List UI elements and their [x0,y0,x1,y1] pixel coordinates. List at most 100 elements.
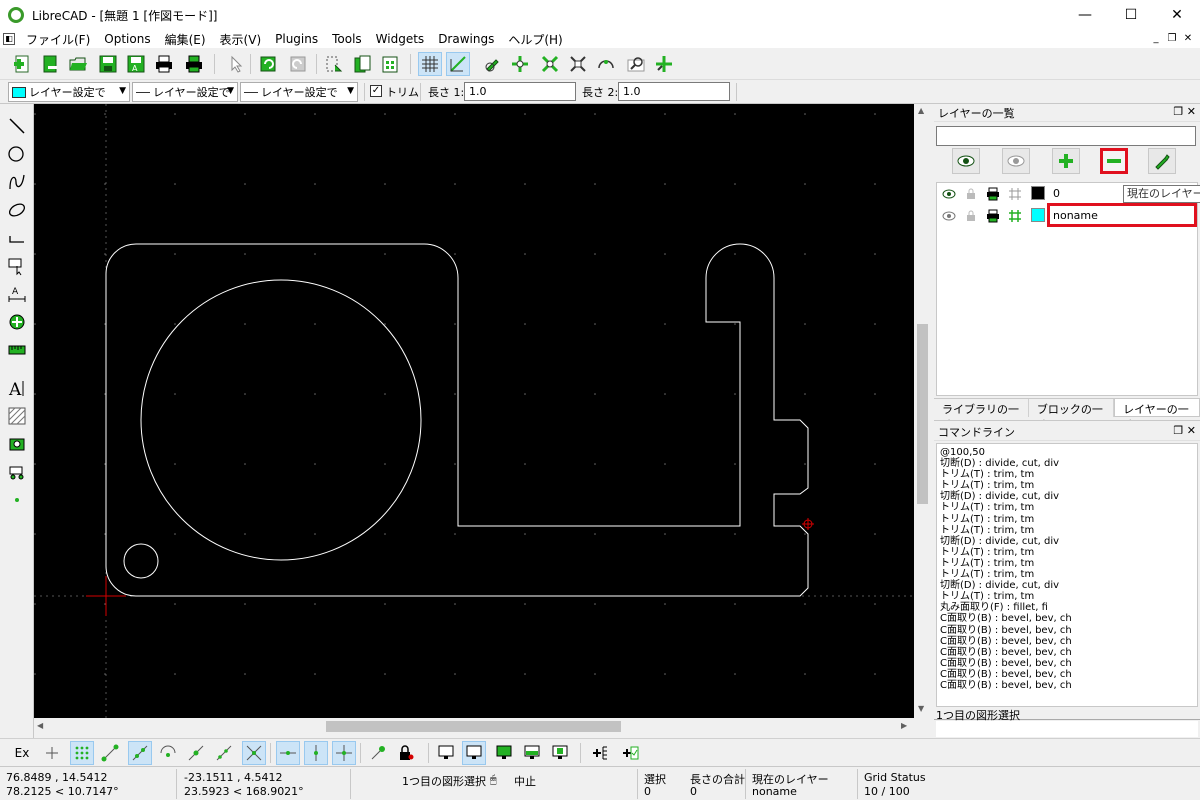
image-tool-icon[interactable] [5,432,29,456]
vertical-scroll-thumb[interactable] [917,324,928,504]
restrict-vertical-icon[interactable] [304,741,328,765]
lock-icon[interactable] [963,208,979,224]
edit-layer-button[interactable] [1148,148,1176,174]
redo-icon[interactable] [286,52,310,76]
point-tool-icon[interactable] [5,488,29,512]
add-list-item-icon[interactable] [588,741,612,765]
menu-tools[interactable]: Tools [325,32,369,46]
draft-mode-icon[interactable] [446,52,470,76]
undo-icon[interactable] [256,52,280,76]
zoom-window-icon[interactable] [624,52,648,76]
cut-icon[interactable] [322,52,346,76]
construction-grid-icon[interactable] [1007,186,1023,202]
menu-options[interactable]: Options [97,32,157,46]
restrict-horizontal-icon[interactable] [276,741,300,765]
modify-tool-icon[interactable] [5,310,29,334]
curve-tool-icon[interactable] [5,170,29,194]
mdi-close-button[interactable]: ✕ [1180,30,1196,48]
tab-layers[interactable]: レイヤーの一覧 [1114,399,1200,432]
menu-file[interactable]: ファイル(F) [19,31,97,48]
line-tool-icon[interactable] [5,114,29,138]
snap-distance-icon[interactable] [212,741,236,765]
snap-grid-icon[interactable] [70,741,94,765]
linetype-combo[interactable]: レイヤー設定で ▼ [240,82,358,102]
layer-row[interactable]: noname [937,203,1197,227]
set-relative-zero-icon[interactable] [366,741,390,765]
mdi-restore-button[interactable]: ❐ [1164,30,1180,48]
zoom-auto-icon[interactable] [566,52,590,76]
show-all-layers-button[interactable] [952,148,980,174]
width-combo[interactable]: レイヤー設定で ▼ [132,82,238,102]
vertical-scrollbar[interactable]: ▲ ▼ [914,104,931,718]
grid-toggle-icon[interactable] [418,52,442,76]
display-view-icon[interactable] [434,741,458,765]
maximize-button[interactable]: ☐ [1108,0,1154,30]
scroll-left-icon[interactable]: ◀ [37,721,43,730]
document-icon[interactable]: ◧ [3,33,15,45]
command-input[interactable] [936,721,1198,737]
menu-widgets[interactable]: Widgets [369,32,432,46]
dimension-tool-icon[interactable]: A [5,282,29,306]
remove-layer-button[interactable] [1100,148,1128,174]
paste-icon[interactable] [378,52,402,76]
visibility-eye-icon[interactable] [941,208,957,224]
length1-input[interactable]: 1.0 [464,82,576,101]
new-file-icon[interactable] [10,52,34,76]
minimize-button[interactable]: — [1062,0,1108,30]
mdi-minimize-button[interactable]: _ [1148,30,1164,48]
snap-middle-icon[interactable] [184,741,208,765]
save-icon[interactable] [96,52,120,76]
snap-entity-icon[interactable] [128,741,152,765]
add-layer-button[interactable] [1052,148,1080,174]
display-view-icon[interactable] [462,741,486,765]
zoom-out-icon[interactable] [538,52,562,76]
print-preview-icon[interactable] [182,52,206,76]
snap-free-icon[interactable] [40,741,64,765]
layer-name[interactable]: 0 [1053,187,1060,200]
hide-all-layers-button[interactable] [1002,148,1030,174]
polyline-tool-icon[interactable] [5,226,29,250]
zoom-in-icon[interactable] [508,52,532,76]
restrict-orthogonal-icon[interactable] [332,741,356,765]
scroll-right-icon[interactable]: ▶ [901,721,907,730]
dock-close-icon[interactable]: ✕ [1187,105,1196,118]
dock-float-icon[interactable]: ❐ [1173,424,1183,437]
menu-help[interactable]: ヘルプ(H) [501,31,569,48]
close-button[interactable]: ✕ [1154,0,1200,30]
display-view-icon[interactable] [520,741,544,765]
lock-icon[interactable] [963,186,979,202]
printer-icon[interactable] [985,208,1001,224]
tab-library[interactable]: ライブラリの一覧 [934,399,1029,432]
snap-center-icon[interactable] [156,741,180,765]
tab-blocks[interactable]: ブロックの一覧 [1029,399,1115,432]
ellipse-tool-icon[interactable] [5,198,29,222]
copy-icon[interactable] [350,52,374,76]
block-tool-icon[interactable] [5,460,29,484]
layer-filter-input[interactable] [936,126,1196,146]
select-tool-icon[interactable] [5,254,29,278]
horizontal-scrollbar[interactable]: ◀ ▶ [34,718,914,735]
layer-color-swatch[interactable] [1031,208,1045,222]
display-view-icon[interactable] [548,741,572,765]
dock-float-icon[interactable]: ❐ [1173,105,1183,118]
scroll-down-icon[interactable]: ▼ [918,704,924,713]
exclusive-snap-button[interactable]: Ex [10,741,34,765]
trim-checkbox[interactable]: ✓ [370,85,382,97]
horizontal-scroll-thumb[interactable] [326,721,621,732]
menu-drawings[interactable]: Drawings [431,32,501,46]
scroll-up-icon[interactable]: ▲ [918,106,924,115]
add-list-check-icon[interactable] [618,741,642,765]
length2-input[interactable]: 1.0 [618,82,730,101]
new-from-template-icon[interactable] [38,52,62,76]
redraw-icon[interactable] [480,52,504,76]
layer-color-swatch[interactable] [1031,186,1045,200]
circle-tool-icon[interactable] [5,142,29,166]
menu-plugins[interactable]: Plugins [268,32,325,46]
construction-grid-icon[interactable] [1007,208,1023,224]
hatch-tool-icon[interactable] [5,404,29,428]
save-as-icon[interactable]: A [124,52,148,76]
lock-relative-zero-icon[interactable] [394,741,418,765]
layer-row[interactable]: 0 現在のレイヤー削除 [937,183,1200,205]
select-pointer-icon[interactable] [224,52,248,76]
visibility-eye-icon[interactable] [941,186,957,202]
